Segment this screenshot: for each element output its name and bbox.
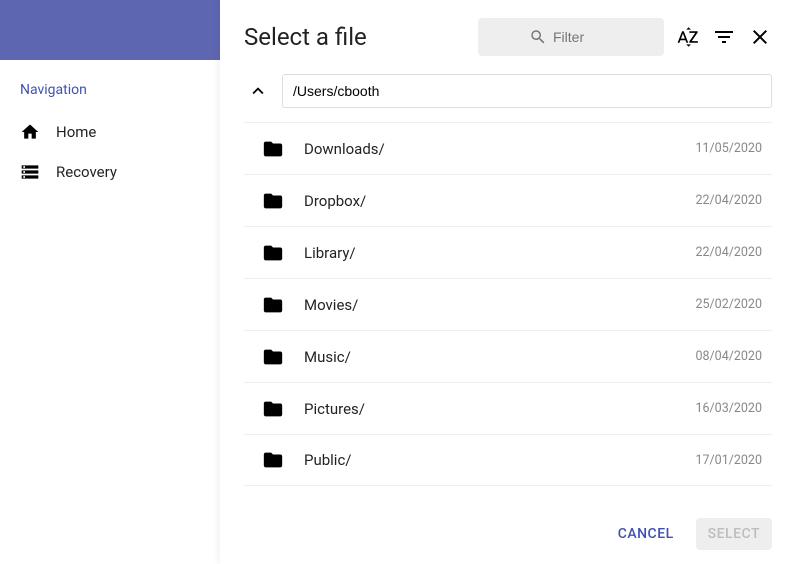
file-date: 17/01/2020 bbox=[695, 453, 762, 468]
dialog-title: Select a file bbox=[244, 23, 466, 51]
folder-icon bbox=[262, 242, 284, 264]
file-date: 22/04/2020 bbox=[695, 193, 762, 208]
filter-input[interactable] bbox=[553, 29, 613, 45]
nav-title: Navigation bbox=[0, 60, 220, 112]
folder-icon bbox=[262, 190, 284, 212]
file-date: 25/02/2020 bbox=[695, 297, 762, 312]
file-date: 08/04/2020 bbox=[695, 349, 762, 364]
close-icon[interactable] bbox=[748, 25, 772, 49]
search-icon bbox=[529, 28, 547, 46]
list-item[interactable]: Downloads/ 11/05/2020 bbox=[244, 122, 772, 174]
sidebar-item-recovery[interactable]: Recovery bbox=[0, 152, 220, 192]
select-button: Select bbox=[696, 518, 772, 550]
sort-alpha-icon[interactable] bbox=[676, 25, 700, 49]
path-input[interactable] bbox=[282, 74, 772, 108]
storage-icon bbox=[20, 162, 40, 182]
file-name: Dropbox/ bbox=[304, 192, 675, 210]
home-icon bbox=[20, 122, 40, 142]
dialog-footer: Cancel Select bbox=[244, 506, 772, 550]
sidebar-item-label: Home bbox=[56, 123, 96, 141]
file-name: Pictures/ bbox=[304, 400, 675, 418]
file-date: 22/04/2020 bbox=[695, 245, 762, 260]
list-item[interactable]: Public/ 17/01/2020 bbox=[244, 434, 772, 486]
dialog-header: Select a file bbox=[244, 18, 772, 56]
file-name: Music/ bbox=[304, 348, 675, 366]
folder-icon bbox=[262, 294, 284, 316]
sidebar-item-home[interactable]: Home bbox=[0, 112, 220, 152]
cancel-button[interactable]: Cancel bbox=[606, 518, 686, 550]
file-date: 16/03/2020 bbox=[695, 401, 762, 416]
file-date: 11/05/2020 bbox=[695, 141, 762, 156]
folder-icon bbox=[262, 346, 284, 368]
folder-icon bbox=[262, 449, 284, 471]
path-row bbox=[244, 74, 772, 108]
up-button[interactable] bbox=[244, 77, 272, 105]
folder-icon bbox=[262, 138, 284, 160]
sidebar: Navigation Home Recovery bbox=[0, 0, 220, 564]
file-name: Library/ bbox=[304, 244, 675, 262]
list-item[interactable]: Dropbox/ 22/04/2020 bbox=[244, 174, 772, 226]
branding-bar bbox=[0, 0, 220, 60]
list-item[interactable]: Library/ 22/04/2020 bbox=[244, 226, 772, 278]
folder-icon bbox=[262, 398, 284, 420]
file-dialog: Select a file Downloads/ 11/05/2020 Drop… bbox=[220, 0, 796, 564]
file-name: Public/ bbox=[304, 451, 675, 469]
filter-box[interactable] bbox=[478, 18, 664, 56]
list-item[interactable]: Music/ 08/04/2020 bbox=[244, 330, 772, 382]
file-name: Movies/ bbox=[304, 296, 675, 314]
list-item[interactable]: Pictures/ 16/03/2020 bbox=[244, 382, 772, 434]
sidebar-item-label: Recovery bbox=[56, 163, 117, 181]
chevron-up-icon bbox=[247, 80, 269, 102]
file-list: Downloads/ 11/05/2020 Dropbox/ 22/04/202… bbox=[244, 122, 772, 506]
list-item[interactable]: Movies/ 25/02/2020 bbox=[244, 278, 772, 330]
filter-icon[interactable] bbox=[712, 25, 736, 49]
file-name: Downloads/ bbox=[304, 140, 675, 158]
